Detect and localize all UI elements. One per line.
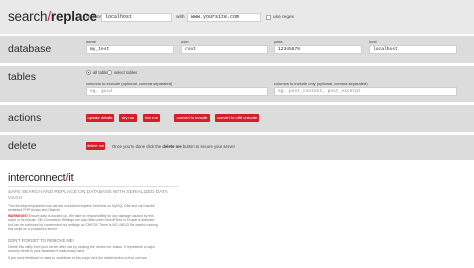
- replace-label: replace: [86, 15, 102, 20]
- remove-me-heading: Don't forget to remove me!: [8, 238, 74, 243]
- delete-section: delete delete me Once you're done click …: [0, 135, 474, 160]
- about-heading: Safe Search and Replace on Database with…: [8, 190, 168, 201]
- logo-left: interconnect: [8, 172, 66, 184]
- include-columns-input[interactable]: eg. post_content, post_excerpt: [274, 87, 457, 96]
- exclude-columns-label: columns to exclude (optional, comma sepa…: [86, 81, 173, 86]
- db-pass-input[interactable]: 12345678: [274, 45, 362, 54]
- db-user-input[interactable]: root: [181, 45, 268, 54]
- db-name-label: name: [86, 39, 97, 44]
- delete-hint: Once you're done click the delete me but…: [112, 144, 235, 149]
- delete-hint-before: Once you're done click the: [112, 144, 162, 149]
- warning-text: Ensure data is backed up. We take no res…: [8, 214, 158, 231]
- live-run-button[interactable]: live run: [143, 114, 160, 122]
- include-columns-label: columns to include only (optional, comma…: [274, 81, 368, 86]
- feedback-text: If you have feedback or want to contribu…: [8, 256, 148, 260]
- with-label: with: [176, 15, 185, 20]
- db-host-input[interactable]: localhost: [369, 45, 457, 54]
- select-tables-label: select tables: [114, 70, 138, 75]
- update-details-button[interactable]: update details: [86, 114, 114, 122]
- about-warning: WARNINGS! Ensure data is backed up. We t…: [8, 214, 158, 231]
- actions-heading: actions: [8, 112, 42, 124]
- logo-right: it: [68, 172, 74, 184]
- about-intro: This developer/sysadmin tool carries out…: [8, 204, 155, 213]
- convert-utf8-button[interactable]: convert to utf8 unicode: [215, 114, 259, 122]
- delete-hint-after: button to secure your server: [182, 144, 236, 149]
- delete-me-button[interactable]: delete me: [86, 142, 105, 150]
- tables-section: tables all tables select tables columns …: [0, 66, 474, 102]
- select-tables-radio[interactable]: [107, 70, 112, 75]
- app-title: search/replace: [8, 9, 97, 24]
- database-heading: database: [8, 43, 52, 55]
- exclude-columns-input[interactable]: eg. guid: [86, 87, 268, 96]
- divider: [8, 186, 178, 187]
- db-pass-label: pass: [274, 39, 283, 44]
- db-name-input[interactable]: my_test: [86, 45, 174, 54]
- regex-label: use regex: [273, 15, 295, 20]
- app-title-search: search: [8, 9, 48, 24]
- regex-checkbox[interactable]: [266, 15, 271, 20]
- all-tables-radio[interactable]: [86, 70, 91, 75]
- dry-run-button[interactable]: dry run: [119, 114, 137, 122]
- replace-input[interactable]: localhost: [101, 13, 172, 22]
- interconnect-logo: interconnect/it: [8, 172, 74, 184]
- db-host-label: host: [369, 39, 377, 44]
- actions-section: actions update details dry run live run …: [0, 105, 474, 132]
- database-section: database name my_test user root pass 123…: [0, 36, 474, 63]
- delete-hint-bold: delete me: [162, 144, 182, 149]
- convert-innodb-button[interactable]: convert to innodb: [174, 114, 210, 122]
- delete-heading: delete: [8, 140, 37, 152]
- with-input[interactable]: www.yoursite.com: [187, 13, 261, 22]
- tables-heading: tables: [8, 71, 37, 83]
- delete-instructions: Delete this utility from your server aft…: [8, 245, 156, 254]
- top-bar: search/replace replace localhost with ww…: [0, 0, 474, 34]
- db-user-label: user: [181, 39, 189, 44]
